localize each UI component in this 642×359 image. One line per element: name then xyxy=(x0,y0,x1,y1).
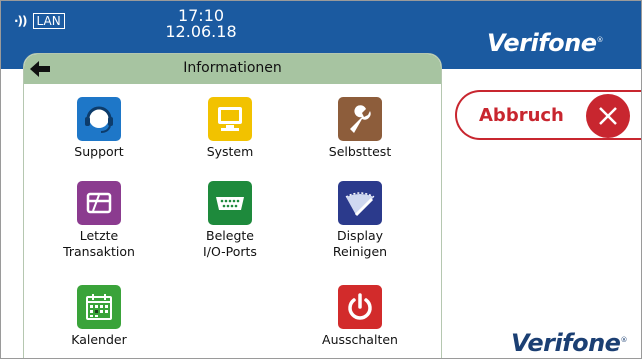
status-area: ·)) LAN xyxy=(14,13,65,29)
tile-support[interactable]: Support xyxy=(44,97,154,160)
info-panel: Informationen Support System Selbsttest … xyxy=(23,53,442,358)
date: 12.06.18 xyxy=(165,22,237,41)
wrench-icon xyxy=(338,97,382,141)
brand-logo-bottom: Verifone® xyxy=(511,329,627,357)
tile-label: Letzte Transaktion xyxy=(63,228,135,259)
brand-logo-top: Verifone® xyxy=(487,29,603,57)
tile-label: System xyxy=(206,144,254,159)
tile-label: Support xyxy=(74,144,124,159)
panel-title: Informationen xyxy=(183,60,282,76)
card-icon xyxy=(77,181,121,225)
calendar-icon xyxy=(77,285,121,329)
tile-ausschalten[interactable]: Ausschalten xyxy=(305,285,415,348)
cancel-button[interactable]: Abbruch xyxy=(455,90,641,140)
headset-icon xyxy=(77,97,121,141)
network-badge: LAN xyxy=(32,13,65,29)
tile-label: Belegte I/O-Ports xyxy=(203,228,257,259)
tile-label: Kalender xyxy=(71,332,127,347)
port-icon xyxy=(208,181,252,225)
tile-kalender[interactable]: Kalender xyxy=(44,285,154,348)
tile-label: Selbsttest xyxy=(328,144,392,159)
terminal-screen: ·)) LAN 17:10 12.06.18 Verifone® Informa… xyxy=(0,0,642,359)
wiper-icon xyxy=(338,181,382,225)
tile-label: Ausschalten xyxy=(322,332,398,347)
tile-selbsttest[interactable]: Selbsttest xyxy=(305,97,415,160)
cancel-label: Abbruch xyxy=(479,105,564,126)
tile-label: Display Reinigen xyxy=(332,228,388,259)
tile-letzte-transaktion[interactable]: Letzte Transaktion xyxy=(44,181,154,260)
clock: 17:10 12.06.18 xyxy=(151,8,251,40)
tile-belegte-io-ports[interactable]: Belegte I/O-Ports xyxy=(175,181,285,260)
tile-display-reinigen[interactable]: Display Reinigen xyxy=(305,181,415,260)
tile-system[interactable]: System xyxy=(175,97,285,160)
close-icon xyxy=(586,94,630,138)
signal-icon: ·)) xyxy=(14,14,27,28)
computer-icon xyxy=(208,97,252,141)
power-icon xyxy=(338,285,382,329)
panel-header: Informationen xyxy=(24,54,441,84)
